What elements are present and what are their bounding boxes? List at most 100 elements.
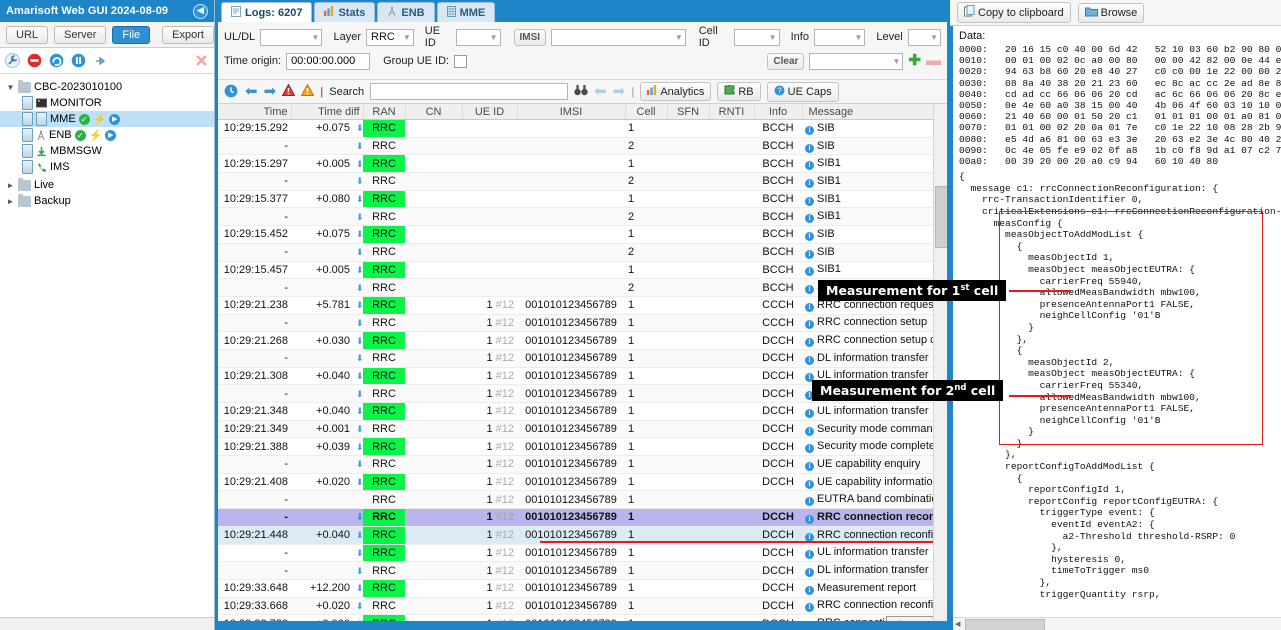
table-row[interactable]: 10:29:21.349 +0.001 ⬇ RRC 1 #12 0010101234567… (218, 420, 934, 439)
tree-item-enb[interactable]: ENB ✓ ⚡ ▶ (0, 127, 214, 143)
search-input[interactable] (370, 83, 569, 100)
clock-icon[interactable] (224, 84, 239, 99)
server-button[interactable]: Server (54, 25, 107, 44)
info-select[interactable]: ▼ (813, 28, 866, 46)
export-button[interactable]: Export (162, 25, 214, 44)
level-select[interactable]: ▼ (907, 28, 941, 46)
clear-button[interactable]: Clear (767, 52, 805, 70)
tree-item-ims[interactable]: IMS (0, 159, 214, 175)
url-button[interactable]: URL (6, 25, 49, 44)
plug-icon[interactable] (93, 53, 108, 68)
info-icon: i (805, 585, 815, 595)
col-imsi[interactable]: IMSI (517, 104, 626, 120)
uldl-select[interactable]: ▼ (260, 28, 323, 46)
col-ueid[interactable]: UE ID (462, 104, 518, 120)
binoculars-icon[interactable] (574, 84, 588, 99)
tab-logs[interactable]: Logs: 6207 (221, 2, 313, 22)
tab-stats[interactable]: Stats (314, 2, 376, 22)
cellid-select[interactable]: ▼ (733, 28, 780, 46)
table-row[interactable]: - ⬇RRC 2 BCCHiSIB1 (218, 172, 934, 191)
table-row[interactable]: 10:29:21.408 +0.020 ⬇ RRC 1 #12 0010101234567… (218, 473, 934, 492)
bolt-icon[interactable]: ⚡ (93, 113, 107, 126)
tree-item-backup[interactable]: ► Backup (0, 193, 214, 209)
cell-time-diff: +5.781 (291, 296, 353, 315)
log-table-scrollbar[interactable] (933, 104, 947, 621)
table-row[interactable]: - ⬇ RRC 1 #12 001010123456789 1 DCCH i RRC conne… (218, 508, 934, 527)
search-prev-icon[interactable]: ⬅ (594, 84, 607, 99)
col-timediff[interactable]: Time diff (291, 104, 364, 120)
table-row[interactable]: 10:29:21.348 +0.040 ⬇ RRC 1 #12 0010101234567… (218, 402, 934, 421)
table-row[interactable]: - ⬇ RRC 1 #12 001010123456789 1 DCCH i UE capabi… (218, 455, 934, 474)
table-row[interactable]: 10:29:33.728+0.060⬇RRC 1 #120010101234567… (218, 614, 934, 621)
error-triangle-icon[interactable] (281, 83, 296, 99)
table-row[interactable]: 10:29:15.292 +0.075 ⬇ RRC 1 BCCH i SIB (218, 119, 934, 138)
col-rnti[interactable]: RNTI (709, 104, 755, 120)
table-row[interactable]: 10:29:15.297 +0.005 ⬇ RRC 1 BCCH i SIB1 (218, 154, 934, 174)
table-row[interactable]: - ⬇RRC 1 #120010101234567891 DCCHiDL inform… (218, 561, 934, 580)
copy-to-clipboard-button[interactable]: Copy to clipboard (957, 2, 1071, 23)
table-row[interactable]: 10:29:15.457 +0.005 ⬇ RRC 1 BCCH i SIB1 (218, 261, 934, 280)
table-row[interactable]: - ⬇ RRC 1 #12 001010123456789 1 DCCH i UL inform… (218, 544, 934, 563)
col-ran[interactable]: RAN (363, 104, 406, 120)
file-button[interactable]: File (112, 25, 151, 44)
extra-filter-select[interactable]: ▼ (809, 52, 904, 70)
collapse-panel-icon[interactable]: ◀ (193, 3, 208, 19)
search-next-icon[interactable]: ➡ (613, 84, 626, 99)
col-sfn[interactable]: SFN (667, 104, 710, 120)
play-icon[interactable]: ▶ (109, 113, 121, 125)
col-cn[interactable]: CN (405, 104, 463, 120)
layer-select[interactable]: RRC ▼ (366, 28, 414, 46)
table-row[interactable]: 10:29:33.648 +12.200 ⬇ RRC 1 #12 001010123456… (218, 579, 934, 598)
group-ueid-checkbox[interactable] (454, 54, 468, 68)
play-icon[interactable]: ▶ (105, 129, 117, 141)
imsi-button[interactable]: IMSI (513, 28, 547, 46)
table-row[interactable]: 10:29:15.452 +0.075 ⬇ RRC 1 BCCH i SIB (218, 225, 934, 244)
table-row[interactable]: 10:29:15.377 +0.080 ⬇ RRC 1 BCCH i SIB1 (218, 190, 934, 209)
col-message[interactable]: Message (802, 104, 934, 120)
col-cell[interactable]: Cell (625, 104, 668, 120)
imsi-select[interactable]: ▼ (551, 28, 686, 46)
table-row[interactable]: - ⬇ RRC 1 #12 001010123456789 1 CCCH i RRC conne… (218, 314, 934, 333)
next-icon[interactable]: ➡ (264, 84, 277, 99)
browse-button[interactable]: Browse (1077, 2, 1145, 23)
detail-horizontal-scrollbar[interactable]: ◀ ▶ (953, 617, 1281, 630)
table-row[interactable]: 10:29:21.268 +0.030 ⬇ RRC 1 #12 0010101234567… (218, 331, 934, 350)
refresh-icon[interactable] (49, 53, 64, 68)
tab-enb[interactable]: ENB (377, 2, 435, 22)
ue-caps-button[interactable]: ? UE Caps (766, 81, 839, 102)
col-info[interactable]: Info (754, 104, 803, 120)
tab-mme[interactable]: MME (436, 2, 496, 22)
plus-icon[interactable]: ✚ (908, 53, 921, 68)
warning-triangle-icon[interactable] (300, 83, 315, 99)
table-row[interactable]: - ⬇RRC 2 BCCHiSIB1 (218, 207, 934, 227)
col-time[interactable]: Time (218, 104, 292, 120)
tree-item-monitor[interactable]: MONITOR (0, 95, 214, 111)
stop-icon[interactable] (27, 53, 42, 68)
bolt-icon[interactable]: ⚡ (89, 129, 103, 142)
table-row[interactable]: - ⬇ RRC 2 BCCH i SIB (218, 137, 934, 156)
wrench-icon[interactable] (5, 53, 20, 68)
rb-button[interactable]: RB (717, 82, 761, 101)
minus-icon[interactable]: ▬ (926, 53, 941, 68)
prev-icon[interactable]: ⬅ (245, 84, 258, 99)
tree-item-mme[interactable]: MME ✓ ⚡ ▶ (0, 111, 214, 127)
tree-item-cbc[interactable]: ▼ CBC-2023010100 (0, 79, 214, 95)
table-row[interactable]: - ⬇ RRC 2 BCCH i SIB (218, 243, 934, 262)
time-origin-input[interactable]: 00:00:00.000 (286, 52, 371, 70)
close-icon[interactable] (194, 53, 209, 68)
pause-icon[interactable] (71, 53, 86, 68)
rb-label: RB (738, 85, 754, 98)
collapse-arrow-icon[interactable]: ► (6, 181, 15, 190)
table-row[interactable]: - RRC 1 #12 001010123456789 1 i EUTRA band com… (218, 490, 934, 510)
analytics-button[interactable]: Analytics (640, 82, 712, 101)
direction-arrow-icon: ⬇ (356, 282, 364, 293)
tree-item-mbmsgw[interactable]: MBMSGW (0, 143, 214, 159)
expand-arrow-icon[interactable]: ▼ (6, 83, 15, 92)
table-row[interactable]: 10:29:21.388 +0.039 ⬇ RRC 1 #12 0010101234567… (218, 437, 934, 457)
cell-message: iSIB1 (802, 154, 934, 174)
table-row[interactable]: - ⬇RRC 1 #120010101234567891 DCCHiDL inform… (218, 349, 934, 368)
tree-item-live[interactable]: ► Live (0, 177, 214, 193)
ueid-select[interactable]: ▼ (456, 28, 501, 46)
collapse-arrow-icon[interactable]: ► (6, 197, 15, 206)
table-row[interactable]: 10:29:33.668 +0.020 ⬇ RRC 1 #12 0010101234567… (218, 597, 934, 616)
